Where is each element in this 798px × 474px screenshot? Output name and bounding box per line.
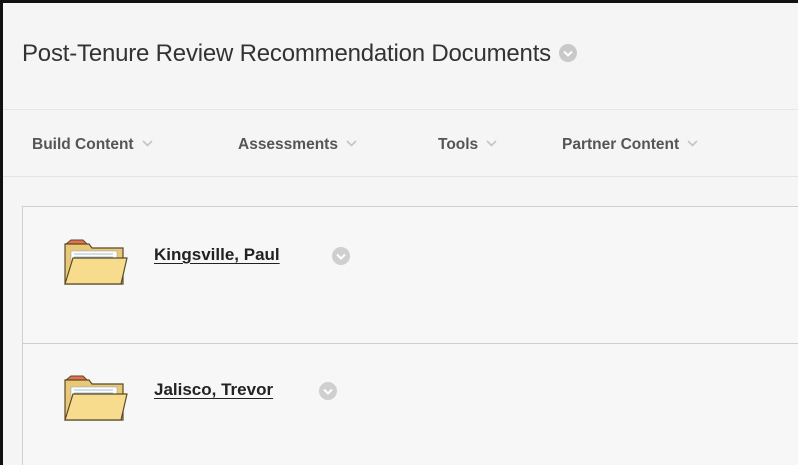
action-bar-divider xyxy=(3,176,798,177)
chevron-down-icon xyxy=(687,134,698,152)
page-header: Post-Tenure Review Recommendation Docume… xyxy=(3,3,798,109)
content-list: Kingsville, Paul Jalisco, Trevor xyxy=(22,206,798,465)
folder-icon xyxy=(64,375,128,421)
chevron-down-icon xyxy=(346,134,357,152)
chevron-down-circle-icon[interactable] xyxy=(319,382,337,400)
chevron-down-circle-icon[interactable] xyxy=(332,247,350,265)
chevron-down-circle-icon[interactable] xyxy=(558,44,577,62)
chevron-down-icon xyxy=(486,134,497,152)
list-item: Jalisco, Trevor xyxy=(23,344,798,474)
action-bar: Build Content Assessments Tools Partner … xyxy=(3,110,798,176)
assessments-label: Assessments xyxy=(238,136,338,153)
build-content-label: Build Content xyxy=(32,136,134,153)
page-title: Post-Tenure Review Recommendation Docume… xyxy=(22,40,577,68)
list-item: Kingsville, Paul xyxy=(23,207,798,343)
build-content-menu[interactable]: Build Content xyxy=(32,134,153,154)
item-link-kingsville-paul[interactable]: Kingsville, Paul xyxy=(154,245,280,265)
page-title-text: Post-Tenure Review Recommendation Docume… xyxy=(22,40,551,67)
item-link-jalisco-trevor[interactable]: Jalisco, Trevor xyxy=(154,380,273,400)
folder-icon xyxy=(64,239,128,285)
tools-menu[interactable]: Tools xyxy=(438,134,497,154)
partner-content-menu[interactable]: Partner Content xyxy=(562,134,698,154)
chevron-down-icon xyxy=(142,134,153,152)
partner-content-label: Partner Content xyxy=(562,136,680,153)
assessments-menu[interactable]: Assessments xyxy=(238,134,357,154)
tools-label: Tools xyxy=(438,136,479,153)
